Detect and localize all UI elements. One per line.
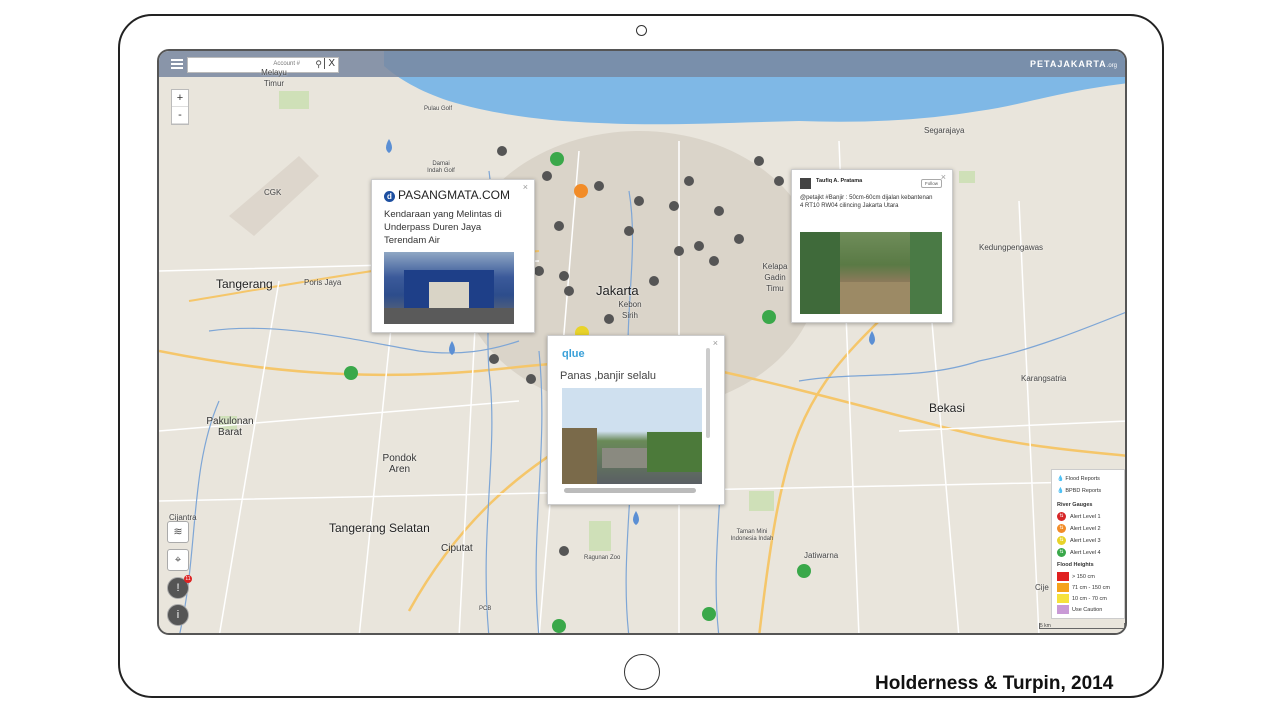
place-jatiwarna: Jatiwarna bbox=[804, 551, 839, 560]
qlue-vertical-scrollbar[interactable] bbox=[706, 348, 710, 438]
map-screen[interactable]: Account # ⚲ X PETAJAKARTA.org + - Jakart… bbox=[157, 49, 1127, 635]
zoom-in-button[interactable]: + bbox=[172, 90, 188, 107]
legend-height-1: > 150 cm bbox=[1057, 572, 1095, 581]
legend-flood-reports: 💧 Flood Reports bbox=[1057, 476, 1100, 482]
place-kedungpengawas: Kedungpengawas bbox=[979, 243, 1044, 252]
close-icon[interactable]: × bbox=[713, 338, 718, 348]
place-damai-indah: Damai Indah Golf bbox=[427, 161, 455, 174]
place-melayu-timur: Melayu Timur bbox=[261, 68, 287, 88]
close-icon[interactable]: × bbox=[523, 182, 528, 192]
layers-icon: ≋ bbox=[173, 526, 183, 538]
report-button[interactable]: ! 11 bbox=[167, 575, 192, 599]
place-kebon-sirih: Kebon Sirih bbox=[618, 300, 642, 320]
twitter-follow-button[interactable]: Follow bbox=[920, 179, 942, 188]
place-cgk: CGK bbox=[264, 188, 282, 197]
hamburger-menu-icon[interactable] bbox=[171, 59, 183, 69]
twitter-user-name: Taufiq A. Pratama bbox=[816, 178, 863, 184]
legend-alert-1: ⇅ Alert Level 1 bbox=[1057, 512, 1101, 521]
qlue-horizontal-scrollbar[interactable] bbox=[564, 488, 696, 493]
legend-height-4: Use Caution bbox=[1057, 605, 1102, 614]
twitter-photo bbox=[800, 232, 942, 314]
top-bar: Account # ⚲ X PETAJAKARTA.org bbox=[159, 51, 1125, 77]
twitter-report-text: @petajkt #Banjir : 50cm-60cm dijalan keb… bbox=[800, 195, 933, 209]
layers-button[interactable]: ≋ bbox=[167, 521, 189, 543]
zoom-out-button[interactable]: - bbox=[172, 107, 188, 124]
place-pondok-aren: Pondok Aren bbox=[382, 453, 417, 475]
locate-button[interactable]: ⌖ bbox=[167, 549, 189, 571]
pasangmata-report-text: Kendaraan yang Melintas di Underpass Dur… bbox=[384, 209, 502, 246]
qlue-logo: qlue bbox=[562, 348, 585, 360]
zoom-control: + - bbox=[171, 89, 189, 125]
pasangmata-photo bbox=[384, 252, 514, 324]
legend-flood-heights-title: Flood Heights bbox=[1057, 562, 1094, 568]
map-legend: 💧 Flood Reports 💧 BPBD Reports River Gau… bbox=[1051, 469, 1125, 619]
citation-caption: Holderness & Turpin, 2014 bbox=[875, 673, 1114, 694]
drop-icon: 💧 bbox=[1057, 476, 1064, 482]
alert-level-4-icon: ⇅ bbox=[1057, 548, 1066, 557]
place-ciputat: Ciputat bbox=[441, 543, 473, 554]
place-taman-mini: Taman Mini Indonesia Indah bbox=[730, 529, 774, 542]
place-tangerang: Tangerang bbox=[216, 277, 273, 291]
place-cije: Cije bbox=[1035, 583, 1049, 592]
legend-alert-4: ⇅ Alert Level 4 bbox=[1057, 548, 1101, 557]
place-karangsatria: Karangsatria bbox=[1021, 374, 1067, 383]
qlue-report-text: Panas ,banjir selalu bbox=[560, 370, 657, 382]
close-search-button[interactable]: X bbox=[324, 58, 335, 69]
place-ragunan: Ragunan Zoo bbox=[584, 555, 621, 561]
legend-alert-2: ⇅ Alert Level 2 bbox=[1057, 524, 1101, 533]
legend-height-2: 71 cm - 150 cm bbox=[1057, 583, 1110, 592]
qlue-photo bbox=[562, 388, 702, 484]
legend-bpbd-reports: 💧 BPBD Reports bbox=[1057, 488, 1102, 494]
drop-icon: 💧 bbox=[1057, 488, 1064, 494]
alert-level-3-icon: ⇅ bbox=[1057, 536, 1066, 545]
report-count-badge: 11 bbox=[184, 575, 192, 583]
legend-alert-3: ⇅ Alert Level 3 bbox=[1057, 536, 1101, 545]
place-segarajaya: Segarajaya bbox=[924, 126, 965, 135]
info-button[interactable]: i bbox=[167, 604, 189, 626]
scale-bar: 5 km bbox=[1039, 623, 1125, 629]
legend-height-3: 10 cm - 70 cm bbox=[1057, 594, 1107, 603]
pasangmata-logo: d PASANGMATA.COM bbox=[384, 188, 510, 202]
place-kelapa-gading: Kelapa Gadin Timu bbox=[762, 262, 788, 293]
place-jakarta: Jakarta bbox=[596, 283, 639, 298]
location-pin-icon: ⌖ bbox=[174, 554, 182, 566]
place-tangerang-selatan: Tangerang Selatan bbox=[329, 521, 430, 535]
alert-level-1-icon: ⇅ bbox=[1057, 512, 1066, 521]
place-pakulonan-barat: Pakulonan Barat bbox=[206, 416, 254, 438]
place-poris-jaya: Poris Jaya bbox=[304, 278, 342, 287]
place-pulau-golf: Pulau Golf bbox=[424, 106, 453, 112]
pasangmata-popup[interactable]: × d PASANGMATA.COM Kendaraan yang Melinta… bbox=[371, 179, 535, 333]
info-icon: i bbox=[176, 609, 180, 621]
brand-logo: PETAJAKARTA.org bbox=[1029, 59, 1117, 69]
qlue-popup[interactable]: × qlue Panas ,banjir selalu bbox=[547, 335, 725, 505]
twitter-avatar bbox=[800, 178, 811, 189]
place-pcb: PCB bbox=[479, 606, 492, 612]
tablet-camera bbox=[636, 25, 647, 36]
place-bekasi: Bekasi bbox=[929, 401, 966, 415]
legend-river-gauges-title: River Gauges bbox=[1057, 502, 1093, 508]
search-icon[interactable]: ⚲ bbox=[315, 59, 322, 70]
alert-level-2-icon: ⇅ bbox=[1057, 524, 1066, 533]
twitter-popup[interactable]: × Taufiq A. Pratama Follow @petajkt #Ban… bbox=[791, 169, 953, 323]
tablet-home-button bbox=[624, 654, 660, 690]
report-icon: ! bbox=[176, 582, 180, 594]
